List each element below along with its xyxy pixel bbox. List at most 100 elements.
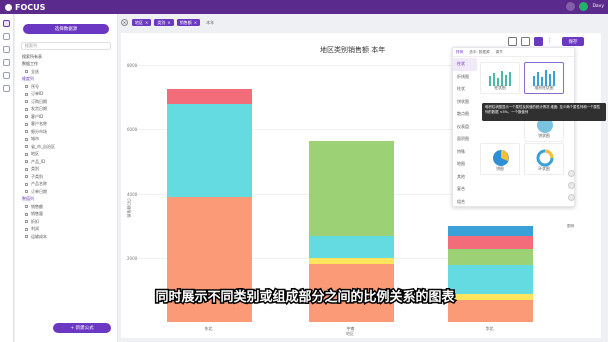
chart-category-item[interactable]: 复合 xyxy=(453,183,477,196)
column-item[interactable]: 产品_ID xyxy=(15,158,117,166)
column-item[interactable]: 产品名称 xyxy=(15,181,117,189)
avatar[interactable] xyxy=(579,2,589,11)
settings-icon[interactable] xyxy=(3,85,10,92)
bar-segment[interactable] xyxy=(309,141,394,236)
column-item[interactable]: 数据工作 xyxy=(15,61,117,69)
column-item[interactable]: 订购日期 xyxy=(15,98,117,106)
chart-category-item[interactable]: 散点图 xyxy=(453,108,477,121)
close-icon[interactable]: × xyxy=(194,20,197,25)
column-item[interactable]: 销售量 xyxy=(15,211,117,219)
user-name[interactable]: Davy xyxy=(592,4,604,9)
more-icon[interactable]: ⋮ xyxy=(547,37,556,46)
tab-adjust[interactable]: 调节 xyxy=(493,50,506,55)
column-item[interactable]: 发货日期 xyxy=(15,106,117,114)
chart-category-item[interactable]: 柱状 xyxy=(453,83,477,96)
search-chip-region[interactable]: 地区 × xyxy=(132,19,152,26)
pin-icon[interactable] xyxy=(521,37,530,46)
chart-type-icon[interactable] xyxy=(534,37,543,46)
search-bar[interactable]: × 地区 × 类别 × 销售额 × 本年 xyxy=(121,17,603,28)
column-item[interactable]: 客户ID xyxy=(15,113,117,121)
bar-segment[interactable] xyxy=(167,103,252,197)
scroll-down-icon[interactable] xyxy=(568,182,575,189)
chart-category-item[interactable]: 柱状 xyxy=(453,58,477,71)
column-item[interactable]: 销售额 xyxy=(15,203,117,211)
column-item[interactable]: 省_市_自治区 xyxy=(15,143,117,151)
chart-icon[interactable] xyxy=(3,33,10,40)
column-item[interactable]: 订单ID xyxy=(15,91,117,99)
y-tick-label: 6000 xyxy=(127,127,138,133)
column-type-icon xyxy=(25,107,28,111)
chart-type-thumbnail[interactable]: 堆积柱状图 xyxy=(524,62,564,94)
notification-icon[interactable] xyxy=(566,2,576,11)
column-item[interactable]: 搜索所有表 xyxy=(15,53,117,61)
scroll-more-icon[interactable] xyxy=(568,194,575,201)
document-icon[interactable] xyxy=(3,72,10,79)
chart-category-item[interactable]: 仪表盘 xyxy=(453,121,477,134)
column-item[interactable]: 序号 xyxy=(15,83,117,91)
bar-segment[interactable] xyxy=(167,89,252,104)
brand-name: FOCUS xyxy=(15,2,46,12)
chart-type-thumbnail[interactable]: 饼图 xyxy=(480,143,520,175)
dashboard-icon[interactable] xyxy=(3,46,10,53)
close-icon[interactable]: × xyxy=(145,20,148,25)
chart-category-item[interactable]: 折线图 xyxy=(453,71,477,84)
app-logo[interactable]: FOCUS xyxy=(5,3,45,12)
bar-segment[interactable] xyxy=(309,258,394,265)
chart-type-thumbnail[interactable]: 环状图 xyxy=(524,143,564,175)
chart-category-item[interactable]: 地图 xyxy=(453,158,477,171)
column-type-icon xyxy=(25,190,28,194)
bar-segment[interactable] xyxy=(448,226,533,236)
bar-segment[interactable] xyxy=(448,248,533,265)
scroll-up-icon[interactable] xyxy=(568,170,575,177)
x-tick-label: 东北 xyxy=(204,326,213,331)
column-type-icon xyxy=(25,100,28,104)
database-icon[interactable] xyxy=(3,59,10,66)
search-chip-sales[interactable]: 销售额 × xyxy=(176,19,201,26)
column-item[interactable]: 城市 xyxy=(15,136,117,144)
column-type-icon xyxy=(25,175,28,179)
column-type-icon xyxy=(25,160,28,164)
chart-category-item[interactable]: 面积图 xyxy=(453,133,477,146)
close-icon[interactable]: × xyxy=(167,20,170,25)
column-type-icon xyxy=(25,227,28,231)
column-item[interactable]: 全选 xyxy=(15,68,117,76)
column-item[interactable]: 客户名称 xyxy=(15,121,117,129)
bar-segment[interactable] xyxy=(309,235,394,259)
new-formula-button[interactable]: + 新建公式 xyxy=(53,323,111,333)
chart-type-panel: 样例 选中: 数据源 调节 柱状 折线图 柱状 饼状图 散点图 仪表盘 面积图 特殊 地图 其他复… xyxy=(452,47,576,209)
table-view-icon[interactable] xyxy=(508,37,517,46)
chart-category-item[interactable]: 组合 xyxy=(453,196,477,209)
video-caption: 同时展示不同类别或组成部分之间的比例关系的图表 xyxy=(154,289,456,307)
column-type-icon xyxy=(25,85,28,89)
chart-type-thumbnail[interactable]: 柱状图 xyxy=(480,62,520,94)
column-item[interactable]: 子类别 xyxy=(15,173,117,181)
tab-selected[interactable]: 选中: 数据源 xyxy=(466,50,492,55)
column-item[interactable]: 细分市场 xyxy=(15,128,117,136)
clear-search-icon[interactable]: × xyxy=(121,19,128,26)
column-group-header[interactable]: 维度列 xyxy=(15,76,117,84)
column-item[interactable]: 利润 xyxy=(15,226,117,234)
column-type-icon xyxy=(25,212,28,216)
chart-type-tooltip: 堆积柱状图显示一个属性及其值的统计情况 维度: 至少两个属性列和一个属性列的数据… xyxy=(482,103,606,121)
column-group-header[interactable]: 数值列 xyxy=(15,196,117,204)
search-chip-this-year[interactable]: 本年 xyxy=(203,19,217,26)
column-item[interactable]: 地区 xyxy=(15,151,117,159)
column-type-icon xyxy=(25,130,28,134)
bar-segment[interactable] xyxy=(448,235,533,249)
column-item[interactable]: 订单日期 xyxy=(15,188,117,196)
tab-samples[interactable]: 样例 xyxy=(453,50,466,55)
chart-category-item[interactable]: 特殊 xyxy=(453,146,477,159)
select-dataset-button[interactable]: 选择数据源 xyxy=(23,24,109,34)
save-button[interactable]: 保存 xyxy=(562,37,584,46)
thumbnail-label: 环状图 xyxy=(538,166,550,171)
column-item[interactable]: 运输成本 xyxy=(15,233,117,241)
chart-category-item[interactable]: 其他 xyxy=(453,171,477,184)
chart-category-item[interactable]: 饼状图 xyxy=(453,96,477,109)
column-search-input[interactable]: 搜索列 xyxy=(21,42,111,50)
column-item[interactable]: 折扣 xyxy=(15,218,117,226)
column-item[interactable]: 类别 xyxy=(15,166,117,174)
panel-tabs: 样例 选中: 数据源 调节 xyxy=(453,48,576,57)
thumbnail-label: 饼图 xyxy=(496,166,504,171)
search-icon[interactable] xyxy=(3,20,10,27)
search-chip-category[interactable]: 类别 × xyxy=(154,19,174,26)
